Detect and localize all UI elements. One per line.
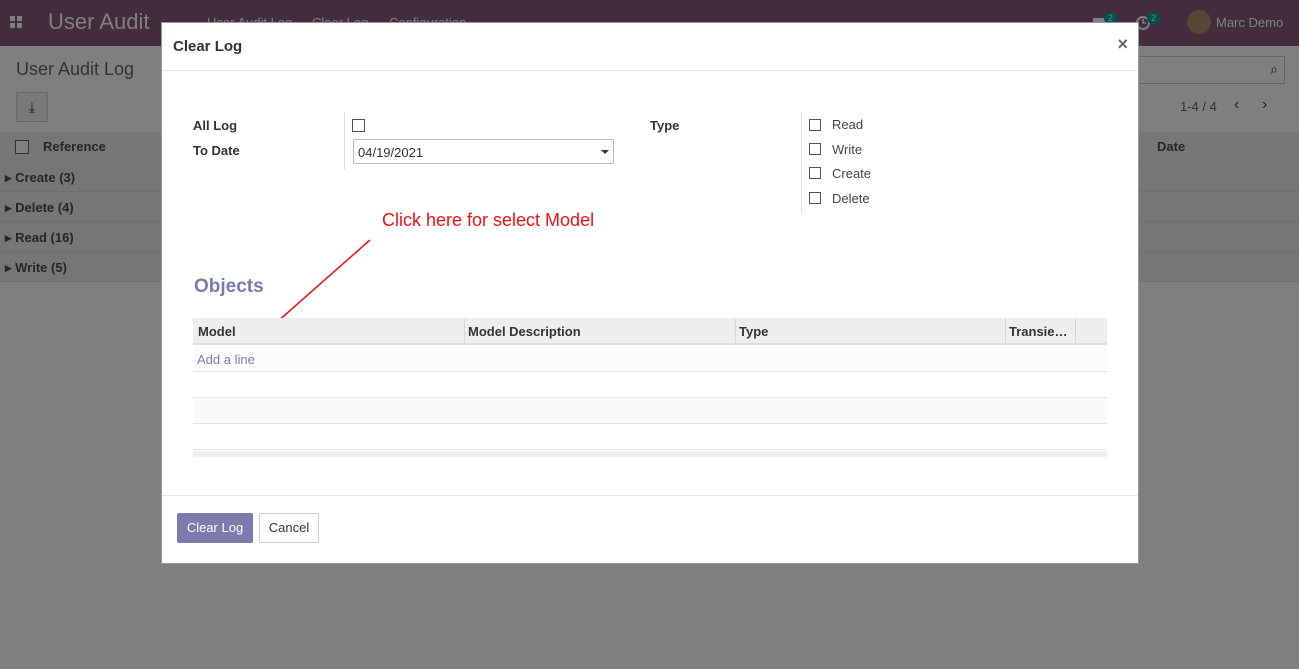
column-divider (464, 318, 465, 343)
clear-log-dialog: Clear Log × All Log To Date 04/19/2021 T… (161, 22, 1139, 564)
column-model[interactable]: Model (198, 324, 236, 339)
column-divider (1075, 318, 1076, 343)
cancel-button[interactable]: Cancel (259, 513, 319, 543)
table-row (193, 398, 1107, 424)
dialog-footer: Clear Log Cancel (162, 495, 1138, 564)
column-model-description[interactable]: Model Description (468, 324, 581, 339)
add-a-line-link[interactable]: Add a line (197, 352, 255, 367)
objects-table-header: Model Model Description Type Transie… (193, 318, 1107, 345)
column-divider (1005, 318, 1006, 343)
annotation-arrow-icon (254, 239, 371, 342)
table-row (193, 372, 1107, 398)
column-transient[interactable]: Transie… (1009, 324, 1068, 339)
column-type[interactable]: Type (739, 324, 768, 339)
objects-section-title: Objects (194, 276, 264, 297)
column-divider (735, 318, 736, 343)
table-footer (193, 451, 1107, 457)
clear-log-button[interactable]: Clear Log (177, 513, 253, 543)
table-row (193, 424, 1107, 450)
table-row: Add a line (193, 346, 1107, 372)
